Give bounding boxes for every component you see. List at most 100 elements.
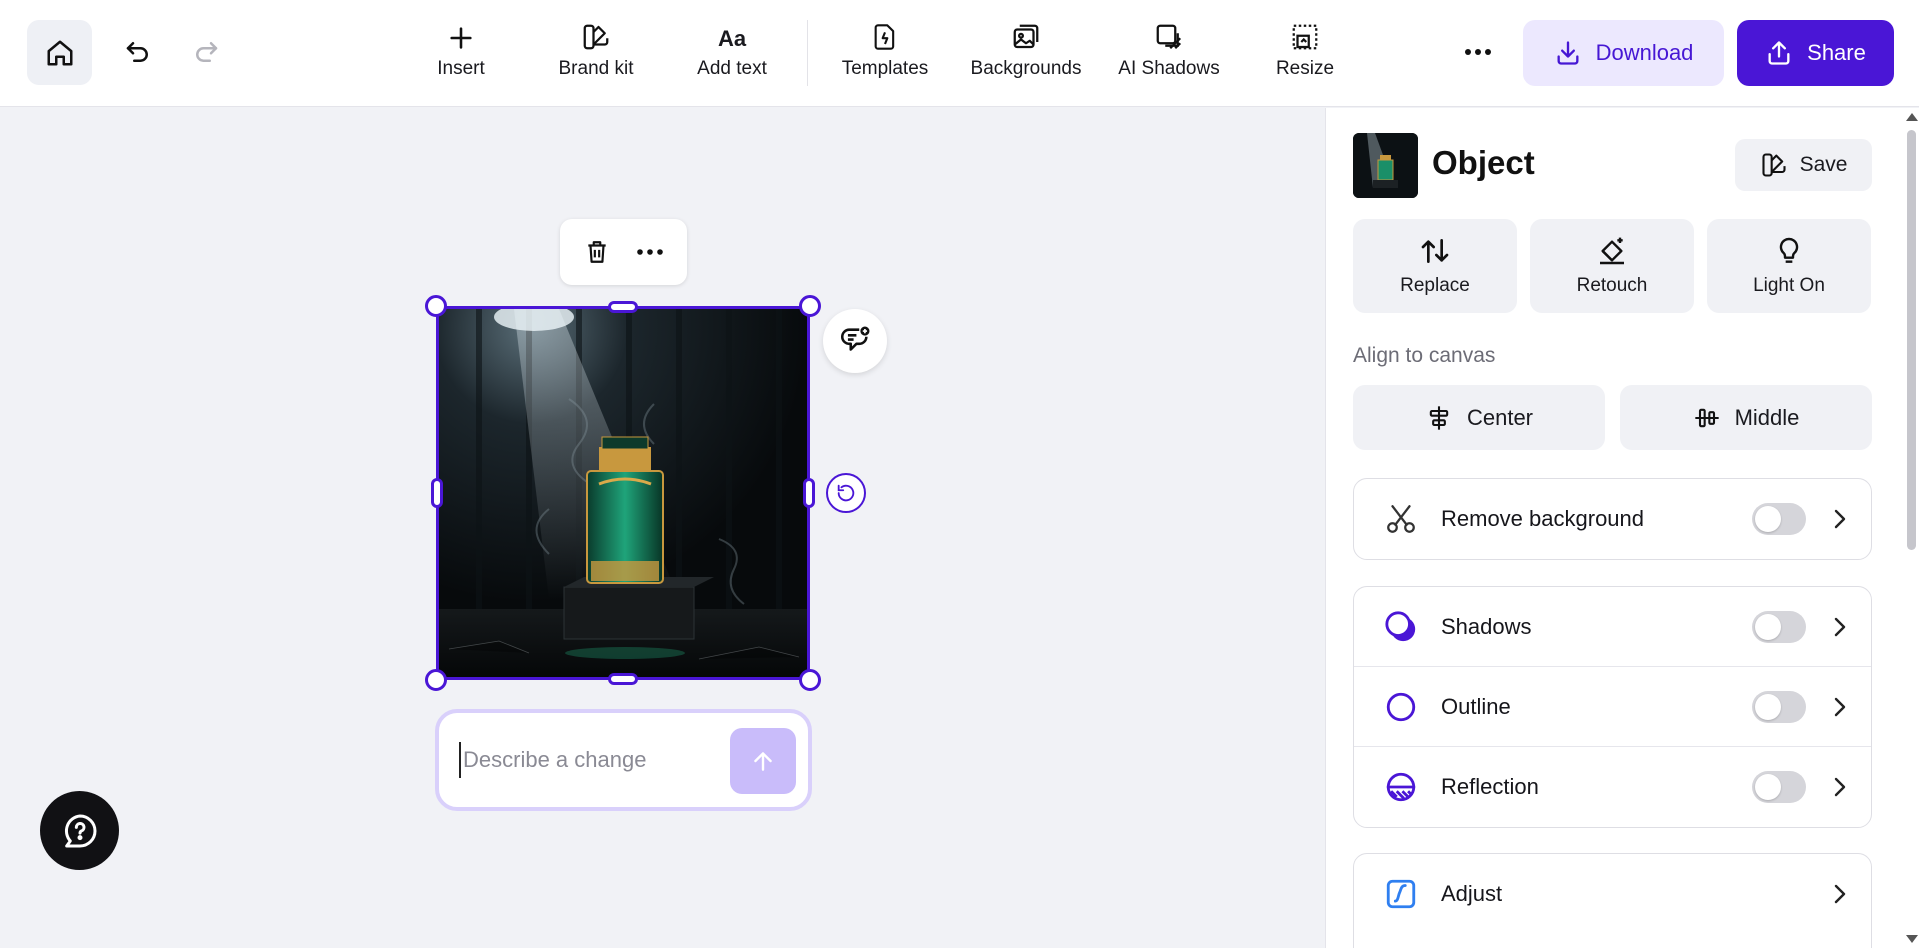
shadows-label: Shadows	[1441, 613, 1532, 639]
brand-kit-icon	[1762, 153, 1786, 177]
resize-button[interactable]: Resize	[1270, 20, 1340, 86]
rotate-icon	[837, 484, 855, 502]
plus-icon	[450, 27, 472, 49]
align-middle-label: Middle	[1734, 404, 1800, 430]
resize-handle-bottom-right[interactable]	[799, 669, 821, 691]
align-center-icon	[1429, 405, 1449, 430]
resize-icon	[1292, 24, 1318, 50]
insert-button[interactable]: Insert	[425, 20, 497, 86]
delete-button[interactable]	[577, 232, 617, 272]
ai-shadows-icon	[1156, 24, 1182, 50]
brand-kit-button[interactable]: Brand kit	[548, 20, 644, 86]
rotate-handle[interactable]	[826, 473, 866, 513]
chevron-right-icon[interactable]	[1828, 695, 1852, 719]
download-button[interactable]: Download	[1523, 20, 1724, 86]
share-icon	[1768, 41, 1790, 65]
reflection-label: Reflection	[1441, 774, 1539, 799]
brand-kit-label: Brand kit	[558, 58, 634, 79]
send-button[interactable]	[730, 728, 796, 794]
save-label: Save	[1799, 153, 1848, 176]
retouch-button[interactable]: Retouch	[1530, 219, 1694, 313]
chat-add-icon	[841, 326, 870, 351]
remove-background-row[interactable]: Remove background	[1354, 479, 1871, 559]
resize-label: Resize	[1275, 58, 1335, 79]
ai-chat-button[interactable]	[823, 309, 887, 373]
resize-handle-bottom-left[interactable]	[425, 669, 447, 691]
add-text-label: Add text	[697, 58, 767, 79]
backgrounds-icon	[1013, 24, 1039, 49]
brand-kit-icon	[583, 24, 609, 50]
describe-change-input[interactable]	[459, 742, 699, 778]
scroll-thumb[interactable]	[1907, 130, 1916, 550]
chevron-right-icon[interactable]	[1828, 615, 1852, 639]
download-icon	[1557, 41, 1579, 65]
replace-icon	[1421, 239, 1449, 263]
align-center-button[interactable]: Center	[1353, 385, 1605, 450]
outline-label: Outline	[1441, 693, 1511, 719]
shadows-row[interactable]: Shadows	[1354, 587, 1871, 667]
top-toolbar: Insert Brand kit Aa Add text Templates B…	[0, 0, 1919, 107]
arrow-up-icon	[754, 752, 772, 771]
resize-handle-bottom[interactable]	[608, 673, 638, 685]
ai-shadows-label: AI Shadows	[1118, 58, 1220, 79]
describe-change-box	[435, 709, 812, 811]
adjust-group: Adjust	[1353, 853, 1872, 948]
chevron-right-icon[interactable]	[1828, 775, 1852, 799]
more-horizontal-icon	[637, 249, 664, 255]
effects-group: Shadows Outline Reflection	[1353, 586, 1872, 828]
templates-icon	[874, 24, 895, 50]
more-horizontal-icon	[1465, 49, 1491, 55]
object-floating-toolbar	[560, 219, 687, 285]
selected-object[interactable]	[425, 295, 821, 691]
home-button[interactable]	[27, 20, 92, 85]
adjust-row[interactable]: Adjust	[1354, 854, 1871, 934]
object-more-button[interactable]	[630, 232, 670, 272]
undo-button[interactable]	[118, 30, 158, 74]
align-middle-button[interactable]: Middle	[1620, 385, 1872, 450]
share-button[interactable]: Share	[1737, 20, 1894, 86]
ai-shadows-button[interactable]: AI Shadows	[1114, 20, 1224, 86]
panel-scrollbar[interactable]	[1903, 108, 1919, 948]
add-text-button[interactable]: Aa Add text	[685, 20, 779, 86]
redo-icon	[196, 42, 218, 62]
retouch-label: Retouch	[1576, 275, 1648, 296]
home-icon	[47, 40, 72, 65]
templates-button[interactable]: Templates	[835, 20, 935, 86]
align-to-canvas-label: Align to canvas	[1353, 344, 1496, 367]
more-options-button[interactable]	[1458, 36, 1498, 68]
save-button[interactable]: Save	[1735, 139, 1872, 191]
remove-background-toggle[interactable]	[1752, 503, 1806, 535]
reflection-row[interactable]: Reflection	[1354, 747, 1871, 827]
outline-row[interactable]: Outline	[1354, 667, 1871, 747]
object-thumbnail	[1353, 133, 1418, 198]
text-icon: Aa	[717, 26, 747, 51]
trash-icon	[588, 241, 606, 263]
chevron-right-icon[interactable]	[1828, 507, 1852, 531]
help-button[interactable]	[40, 791, 119, 870]
shadows-icon	[1384, 610, 1418, 644]
resize-handle-left[interactable]	[431, 478, 443, 508]
templates-label: Templates	[841, 58, 929, 79]
resize-handle-top-right[interactable]	[799, 295, 821, 317]
resize-handle-top[interactable]	[608, 301, 638, 313]
backgrounds-button[interactable]: Backgrounds	[966, 20, 1086, 86]
scroll-down-arrow[interactable]	[1906, 935, 1918, 943]
align-middle-icon	[1694, 408, 1719, 427]
perfume-bottle-image	[439, 309, 807, 677]
resize-handle-right[interactable]	[803, 478, 815, 508]
redo-button[interactable]	[186, 30, 226, 74]
replace-label: Replace	[1400, 275, 1470, 296]
reflection-toggle[interactable]	[1752, 771, 1806, 803]
resize-handle-top-left[interactable]	[425, 295, 447, 317]
replace-button[interactable]: Replace	[1353, 219, 1517, 313]
chevron-right-icon[interactable]	[1828, 882, 1852, 906]
light-on-button[interactable]: Light On	[1707, 219, 1871, 313]
adjust-icon	[1384, 877, 1418, 911]
adjust-label: Adjust	[1441, 881, 1503, 906]
scroll-up-arrow[interactable]	[1906, 113, 1918, 121]
light-on-label: Light On	[1753, 275, 1825, 296]
scissors-icon	[1384, 502, 1418, 536]
remove-background-group: Remove background	[1353, 478, 1872, 560]
shadows-toggle[interactable]	[1752, 610, 1806, 643]
outline-toggle[interactable]	[1752, 690, 1806, 723]
